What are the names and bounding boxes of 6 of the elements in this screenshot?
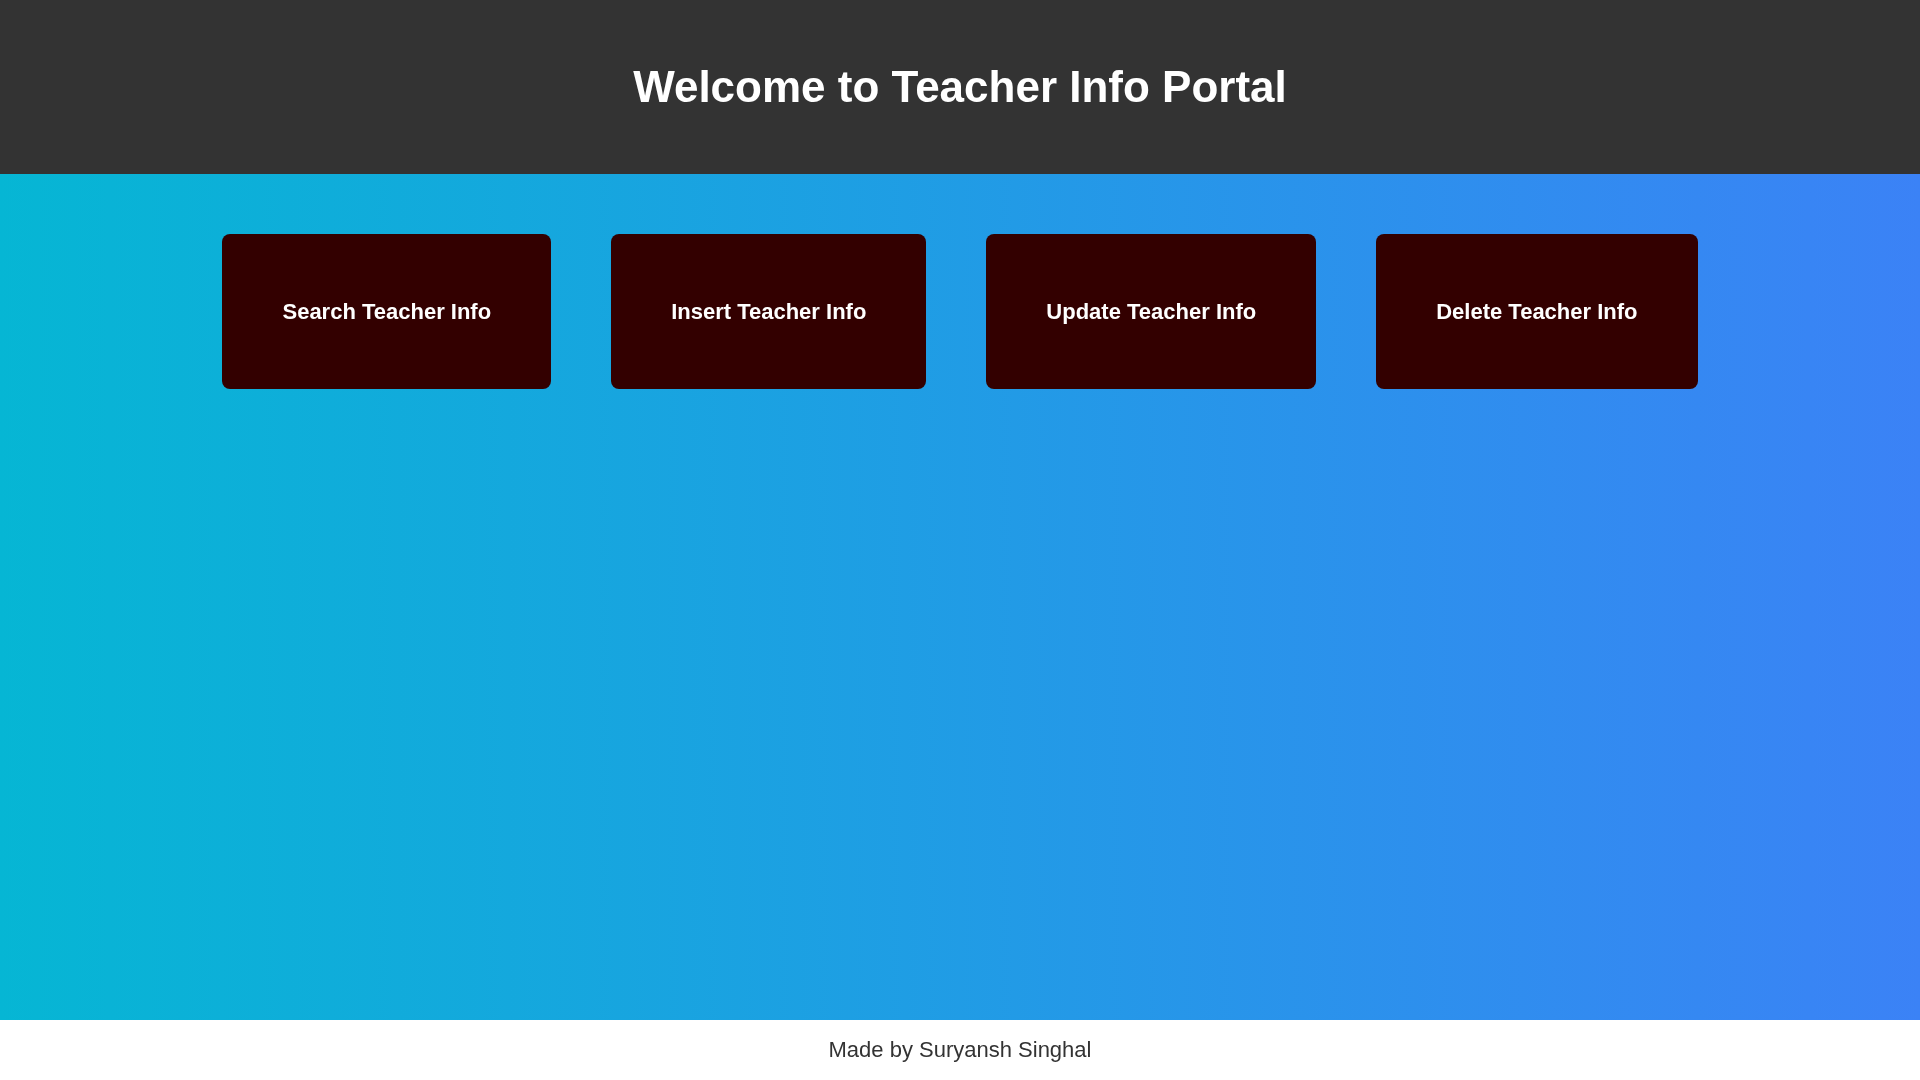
action-button[interactable]: Insert Teacher Info [611, 234, 927, 389]
page-title: Welcome to Teacher Info Portal [633, 62, 1287, 112]
footer-credit: Made by Suryansh Singhal [828, 1037, 1092, 1063]
action-button[interactable]: Delete Teacher Info [1376, 234, 1698, 389]
action-button[interactable]: Update Teacher Info [986, 234, 1317, 389]
action-button[interactable]: Search Teacher Info [222, 234, 552, 389]
